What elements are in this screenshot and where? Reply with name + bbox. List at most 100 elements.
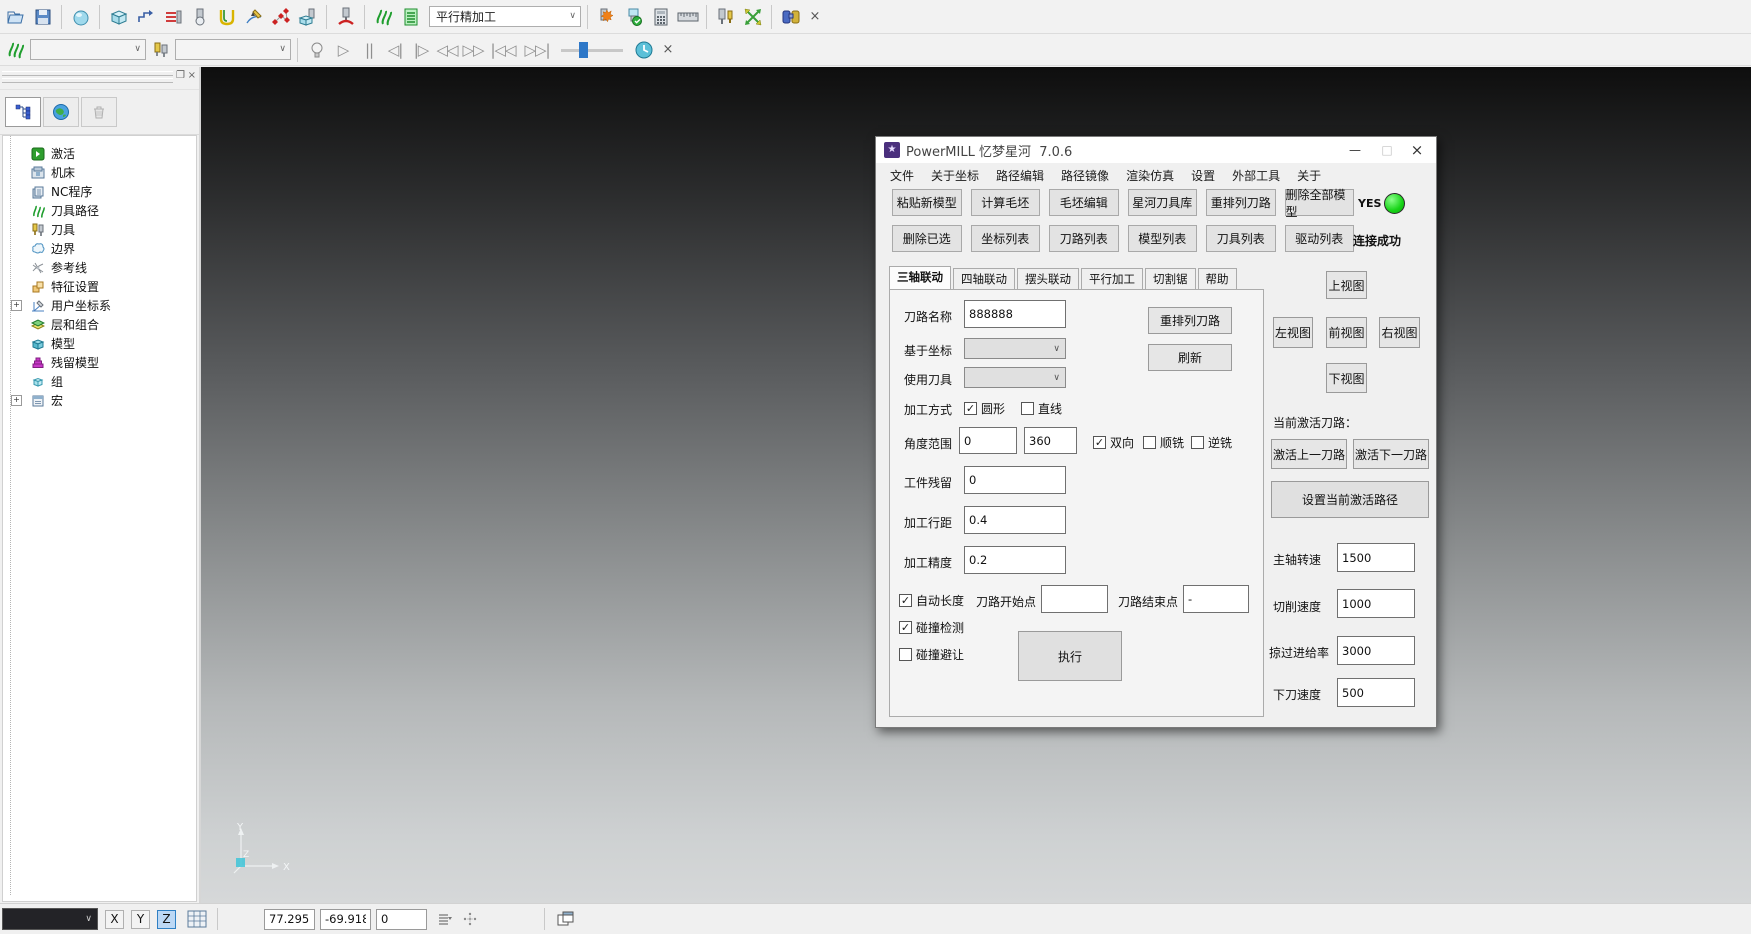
tool-dropdown[interactable]: ∨: [964, 367, 1066, 388]
calculator-icon[interactable]: [648, 4, 673, 30]
activate-prev-toolpath-button[interactable]: 激活上一刀路: [1271, 439, 1347, 469]
tab-parallel[interactable]: 平行加工: [1081, 268, 1143, 290]
tab-swivel[interactable]: 摆头联动: [1017, 268, 1079, 290]
toolbar-close-button[interactable]: ×: [658, 42, 678, 57]
drag-handle-icon[interactable]: [457, 906, 482, 932]
sidebar-item-tools[interactable]: 刀具: [9, 220, 196, 239]
sidebar-item-stock-models[interactable]: 残留模型: [9, 353, 196, 372]
axis-z-button[interactable]: Z: [157, 910, 176, 929]
sim-clock-icon[interactable]: [631, 37, 656, 63]
end-point-input[interactable]: [1183, 585, 1249, 613]
sidebar-item-groups[interactable]: 组: [9, 372, 196, 391]
sidebar-item-activate[interactable]: 激活: [9, 144, 196, 163]
overlap-windows-icon[interactable]: [553, 906, 578, 932]
tolerance-input[interactable]: [964, 546, 1066, 574]
points-scatter-icon[interactable]: [268, 4, 293, 30]
panel-close-button[interactable]: ×: [188, 70, 196, 81]
sidebar-item-models[interactable]: 模型: [9, 334, 196, 353]
checkbox-box[interactable]: ✓: [899, 621, 912, 634]
coordinate-y-input[interactable]: [320, 909, 371, 930]
save-icon[interactable]: [30, 4, 55, 30]
drive-list-button[interactable]: 驱动列表: [1285, 225, 1355, 252]
tool-check-icon[interactable]: [621, 4, 646, 30]
grid-icon[interactable]: [184, 906, 209, 932]
maximize-button[interactable]: □: [1372, 137, 1402, 163]
sidebar-item-toolpaths[interactable]: 刀具路径: [9, 201, 196, 220]
checkbox-circle[interactable]: ✓圆形: [964, 400, 1005, 417]
cutting-feed-input[interactable]: [1337, 589, 1415, 618]
sidebar-item-levels[interactable]: 层和组合: [9, 315, 196, 334]
checkbox-box[interactable]: [899, 648, 912, 661]
tab-saw[interactable]: 切割锯: [1145, 268, 1196, 290]
tab-explorer-world[interactable]: [43, 97, 79, 127]
strategy-dropdown[interactable]: 平行精加工 ∨: [429, 6, 581, 27]
lightbulb-icon[interactable]: [304, 37, 329, 63]
delete-selected-button[interactable]: 删除已选: [892, 225, 962, 252]
coordinate-z-input[interactable]: [376, 909, 427, 930]
sidebar-item-feature-sets[interactable]: 特征设置: [9, 277, 196, 296]
spindle-speed-input[interactable]: [1337, 543, 1415, 572]
checkbox-line[interactable]: 直线: [1021, 400, 1062, 417]
axis-x-button[interactable]: X: [105, 910, 124, 929]
checkbox-collision-check[interactable]: ✓碰撞检测: [899, 619, 964, 636]
tool-block-icon[interactable]: [295, 4, 320, 30]
toolbar-close-button[interactable]: ×: [805, 9, 825, 24]
stock-input[interactable]: [964, 466, 1066, 494]
rearrange-button[interactable]: 重排列刀路: [1148, 307, 1232, 334]
checkbox-box[interactable]: ✓: [1093, 436, 1106, 449]
minimize-button[interactable]: —: [1340, 137, 1370, 163]
tab-explorer-tree[interactable]: [5, 97, 41, 127]
tab-4axis[interactable]: 四轴联动: [953, 268, 1015, 290]
sidebar-item-machine[interactable]: 机床: [9, 163, 196, 182]
angle-from-input[interactable]: [959, 427, 1017, 454]
collision-check-icon[interactable]: [214, 4, 239, 30]
view-front-button[interactable]: 前视图: [1326, 317, 1367, 348]
nc-list-icon[interactable]: [398, 4, 423, 30]
skim-feed-input[interactable]: [1337, 636, 1415, 665]
ruler-icon[interactable]: [675, 4, 700, 30]
ball-tool-icon[interactable]: [187, 4, 212, 30]
menu-settings[interactable]: 设置: [1191, 167, 1215, 184]
step-forward-button[interactable]: |▷: [409, 41, 433, 59]
menu-about[interactable]: 关于: [1297, 167, 1321, 184]
menu-path-edit[interactable]: 路径编辑: [996, 167, 1044, 184]
expander-icon[interactable]: +: [11, 300, 22, 311]
pause-button[interactable]: ||: [357, 41, 381, 59]
tool-select-dropdown[interactable]: ∨: [175, 39, 291, 60]
rewind-button[interactable]: ◁◁: [435, 41, 459, 59]
start-point-input[interactable]: [1041, 585, 1108, 613]
slider-handle[interactable]: [579, 42, 588, 58]
checkbox-box[interactable]: [1021, 402, 1034, 415]
sidebar-item-patterns[interactable]: 参考线: [9, 258, 196, 277]
checkbox-collision-avoid[interactable]: 碰撞避让: [899, 646, 964, 663]
delete-all-models-button[interactable]: 删除全部模型: [1285, 189, 1355, 216]
tool-pair-icon[interactable]: [148, 37, 173, 63]
checkbox-auto-length[interactable]: ✓自动长度: [899, 592, 964, 609]
toolpath-spring-icon[interactable]: [371, 4, 396, 30]
axis-y-button[interactable]: Y: [131, 910, 150, 929]
plunge-feed-input[interactable]: [1337, 678, 1415, 707]
tool-library-button[interactable]: 星河刀具库: [1128, 189, 1198, 216]
checkbox-conventional[interactable]: 逆铣: [1191, 434, 1232, 451]
angle-to-input[interactable]: [1024, 427, 1077, 454]
tool-list-button[interactable]: 刀具列表: [1206, 225, 1276, 252]
tab-explorer-trash[interactable]: [81, 97, 117, 127]
expander-icon[interactable]: +: [11, 395, 22, 406]
activate-next-toolpath-button[interactable]: 激活下一刀路: [1353, 439, 1429, 469]
status-dropdown[interactable]: ∨: [2, 908, 98, 930]
rearrange-toolpaths-button[interactable]: 重排列刀路: [1206, 189, 1276, 216]
sidebar-item-workplanes[interactable]: + 用户坐标系: [9, 296, 196, 315]
coordinate-x-input[interactable]: [264, 909, 315, 930]
tool-pair-icon[interactable]: [713, 4, 738, 30]
menu-render-sim[interactable]: 渲染仿真: [1126, 167, 1174, 184]
sketch-icon[interactable]: [241, 4, 266, 30]
checkbox-box[interactable]: ✓: [964, 402, 977, 415]
go-to-start-button[interactable]: |◁◁: [487, 41, 519, 59]
model-list-button[interactable]: 模型列表: [1128, 225, 1198, 252]
open-icon[interactable]: [3, 4, 28, 30]
tab-3axis[interactable]: 三轴联动: [889, 266, 951, 290]
view-top-button[interactable]: 上视图: [1326, 271, 1367, 299]
pattern-icon[interactable]: [160, 4, 185, 30]
menu-external-tools[interactable]: 外部工具: [1232, 167, 1280, 184]
coord-list-button[interactable]: 坐标列表: [971, 225, 1041, 252]
